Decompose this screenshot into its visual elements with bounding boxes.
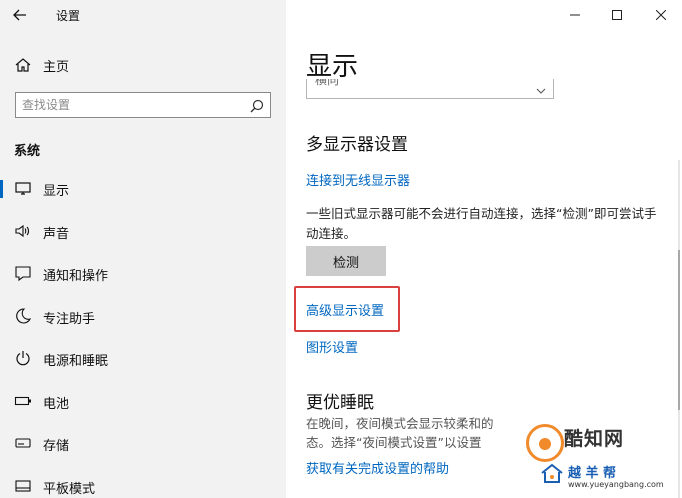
sleep-heading: 更优睡眠 [306, 393, 374, 413]
sidebar-item-sound[interactable]: 声音 [0, 215, 286, 247]
sidebar-item-home[interactable]: 主页 [0, 52, 286, 78]
search-icon[interactable] [250, 98, 264, 113]
title-bar: 设置 [0, 0, 286, 30]
sidebar-item-label: 显示 [43, 184, 70, 199]
back-arrow-icon[interactable] [10, 6, 30, 24]
sidebar-item-storage[interactable]: 存储 [0, 427, 286, 459]
sidebar-item-label: 存储 [43, 439, 70, 454]
home-icon [14, 56, 32, 74]
sidebar-item-label: 声音 [43, 227, 70, 242]
sidebar-item-focus-assist[interactable]: 专注助手 [0, 300, 286, 332]
sidebar-item-notifications[interactable]: 通知和操作 [0, 257, 286, 289]
storage-icon [14, 434, 32, 452]
scrollbar-thumb[interactable] [678, 250, 680, 410]
sidebar-item-label: 电源和睡眠 [43, 354, 109, 369]
sidebar-item-label: 通知和操作 [43, 269, 109, 284]
connect-wireless-display-link[interactable]: 连接到无线显示器 [306, 170, 410, 189]
sleep-description-line2: 态。选择“夜间模式设置”以设置 [306, 435, 482, 450]
battery-icon [14, 392, 32, 410]
graphics-settings-link[interactable]: 图形设置 [306, 337, 358, 356]
advanced-display-settings-link[interactable]: 高级显示设置 [306, 300, 384, 319]
window-title: 设置 [56, 9, 81, 23]
minimize-icon[interactable] [560, 4, 590, 26]
sleep-description-line1: 在晚间，夜间模式会显示较柔和的 [306, 416, 494, 431]
tablet-icon [14, 477, 32, 495]
detect-description: 一些旧式显示器可能不会进行自动连接，选择“检测”即可尝试手动连接。 [306, 206, 657, 241]
dropdown-value: 横向 [315, 79, 340, 87]
maximize-icon[interactable] [602, 4, 632, 26]
help-link[interactable]: 获取有关完成设置的帮助 [306, 458, 449, 477]
sidebar-item-label: 平板模式 [43, 482, 96, 497]
sidebar-item-display[interactable]: 显示 [0, 172, 286, 204]
notification-icon [14, 264, 32, 282]
search-box[interactable] [15, 92, 271, 118]
sidebar: 设置 主页 系统 显示 声音 通知和操作 专注 [0, 0, 286, 498]
page-title: 显示 [306, 52, 359, 82]
main-panel: 显示 横向 多显示器设置 连接到无线显示器 一些旧式显示器可能不会进行自动连接，… [286, 0, 682, 498]
sidebar-item-power-sleep[interactable]: 电源和睡眠 [0, 342, 286, 374]
sidebar-item-label: 专注助手 [43, 312, 96, 327]
sidebar-item-label: 电池 [43, 397, 70, 412]
moon-icon [14, 307, 32, 325]
close-icon[interactable] [646, 4, 676, 26]
chevron-down-icon [536, 81, 546, 94]
active-indicator [0, 180, 3, 198]
speaker-icon [14, 222, 32, 240]
sidebar-item-battery[interactable]: 电池 [0, 385, 286, 417]
monitor-icon [14, 179, 32, 197]
power-icon [14, 349, 32, 367]
search-input[interactable] [22, 96, 242, 114]
section-title: 系统 [14, 144, 41, 159]
multi-display-heading: 多显示器设置 [306, 135, 408, 155]
sidebar-item-tablet-mode[interactable]: 平板模式 [0, 470, 286, 498]
detect-button[interactable]: 检测 [306, 246, 386, 276]
sidebar-item-label: 主页 [43, 60, 70, 75]
window-controls [552, 0, 682, 30]
orientation-dropdown[interactable]: 横向 [306, 79, 554, 99]
